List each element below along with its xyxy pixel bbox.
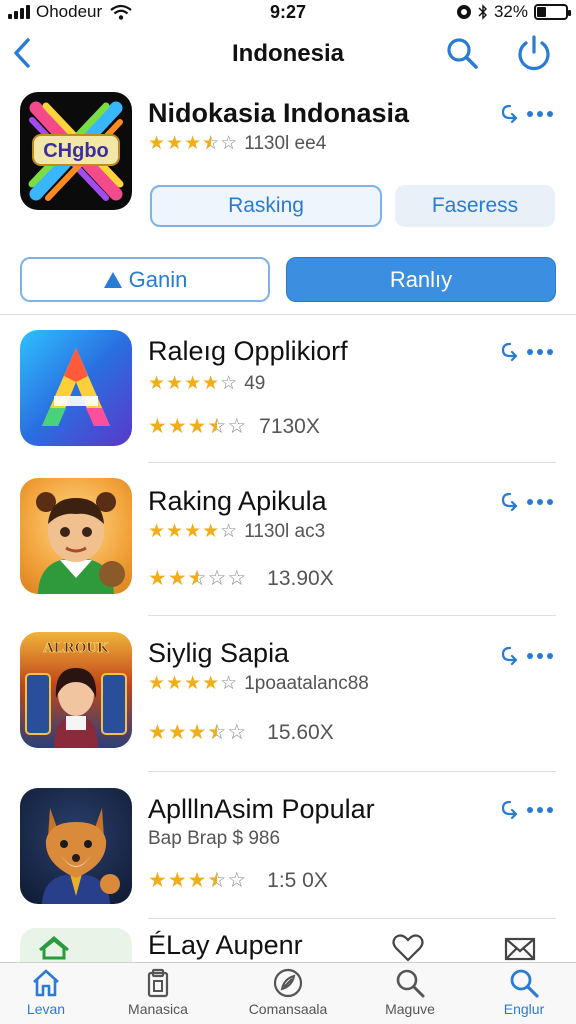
segment-ganin[interactable]: Ganin [20,257,270,302]
search-icon [510,969,539,998]
tab-label: Englur [503,1001,545,1017]
rasking-button[interactable]: Rasking [150,185,382,227]
app-rating-secondary: ★★★☆★☆ 1:5 0X [148,868,328,893]
app-meta: 49 [244,372,266,394]
star-rating: ★★★★☆ [148,673,239,694]
tab-label: Comansaala [248,1001,328,1017]
home-icon [33,969,59,997]
share-more-icon[interactable] [500,490,556,514]
app-meta-secondary: 15.60X [267,720,334,744]
featured-app: CHgbo Nidokasia Indonasia ★★★☆★☆ 1130l e… [0,90,576,240]
tab-label: Levan [26,1001,66,1017]
tab-bar: Levan Manasica Comansaala Maguve Englur [0,962,576,1024]
tab-manasica[interactable]: Manasica [108,967,208,1024]
app-rating-secondary: ★★☆★☆☆ 13.90X [148,566,334,591]
back-chevron-icon[interactable] [8,34,38,72]
search-icon[interactable] [444,35,480,71]
tab-levan[interactable]: Levan [0,967,96,1024]
a-logo-icon[interactable] [20,330,132,446]
tab-label: Maguve [385,1001,435,1017]
app-meta-secondary: 7130X [259,414,320,438]
app-name[interactable]: AplllnAsim Popular [148,794,375,825]
star-rating: ★★★★☆ [148,373,239,394]
rocket-icon [273,968,303,998]
divider [148,771,556,772]
location-icon [456,5,471,19]
list-item[interactable]: ALROUK Siylig Sapia ★★★★☆ 1poaatalanc88 … [0,632,576,782]
bluetooth-icon [478,4,487,20]
tab-label: Manasica [128,1001,188,1017]
list-item[interactable]: Raking Apikula ★★★★☆ 1130l ac3 ★★☆★☆☆ 13… [0,478,576,628]
share-icon[interactable] [500,798,556,822]
app-name[interactable]: Raking Apikula [148,486,327,517]
app-meta: 1poaatalanc88 [244,672,369,694]
app-rating-secondary: ★★★☆★☆ 7130X [148,414,320,439]
segment-ranliy[interactable]: Ranlıy [286,257,556,302]
tab-maguve[interactable]: Maguve [360,967,460,1024]
app-rating: ★★★★☆ 1poaatalanc88 [148,672,369,695]
girl-game-icon[interactable]: ALROUK [20,632,132,748]
divider [148,918,556,919]
featured-app-name[interactable]: Nidokasia Indonasia [148,98,409,129]
segment-ganin-label: Ganin [128,266,188,292]
app-price-text: Bap Brap $ 986 [148,828,281,849]
featured-app-icon[interactable]: CHgbo [20,92,132,210]
divider [148,462,556,463]
star-rating: ★★★☆★☆ [148,721,248,744]
battery-icon [534,4,571,20]
battery-percent: 32% [493,2,528,21]
search-icon [396,969,425,998]
list-item[interactable]: AplllnAsim Popular Bap Brap $ 986 ★★★☆★☆… [0,788,576,938]
app-meta-secondary: 13.90X [267,566,334,590]
app-price: Bap Brap $ 986 [148,828,280,850]
signal-icon [8,5,30,19]
partial-app-name[interactable]: ÉLay Aupenr [148,930,303,961]
featured-meta: 1130l ee4 [244,132,327,154]
faseress-button[interactable]: Faseress [395,185,555,227]
star-rating: ★★☆★☆☆ [148,567,248,590]
triangle-up-icon [103,271,122,288]
star-rating: ★★★☆★☆ [148,869,248,892]
app-rating: ★★★★☆ 49 [148,372,265,395]
star-rating: ★★★☆★☆ [148,415,248,438]
tab-comansaala[interactable]: Comansaala [238,967,338,1024]
list-item[interactable]: Raleıg Opplikiorf ★★★★☆ 49 ★★★☆★☆ 7130X [0,328,576,478]
page-title: Indonesia [231,40,345,67]
boy-character-icon[interactable] [20,478,132,594]
divider [0,314,576,315]
app-name[interactable]: Raleıg Opplikiorf [148,336,348,367]
share-more-icon[interactable] [500,102,556,126]
tab-englur[interactable]: Englur [474,967,574,1024]
app-rating-secondary: ★★★☆★☆ 15.60X [148,720,334,745]
app-name[interactable]: Siylig Sapia [148,638,289,669]
heart-icon[interactable] [392,934,424,962]
clipboard-icon [147,968,169,998]
status-bar: Ohodeur 9:27 32% [0,0,576,24]
divider [148,615,556,616]
app-meta: 1130l ac3 [244,520,326,542]
wifi-icon [110,4,132,20]
app-meta-secondary: 1:5 0X [267,868,328,892]
star-rating: ★★★☆★☆ [148,133,239,154]
app-rating: ★★★★☆ 1130l ac3 [148,520,325,543]
fox-character-icon[interactable] [20,788,132,904]
featured-icon-text: CHgbo [43,140,109,162]
share-more-icon[interactable] [500,340,556,364]
game-title-text: ALROUK [43,640,109,656]
star-rating: ★★★★☆ [148,521,239,542]
share-icon[interactable] [500,644,556,668]
carrier-name: Ohodeur [36,2,103,21]
featured-rating: ★★★☆★☆ 1130l ee4 [148,132,326,155]
navigation-bar: Indonesia [0,28,576,78]
mail-icon[interactable] [504,936,536,962]
power-icon[interactable] [514,34,554,74]
